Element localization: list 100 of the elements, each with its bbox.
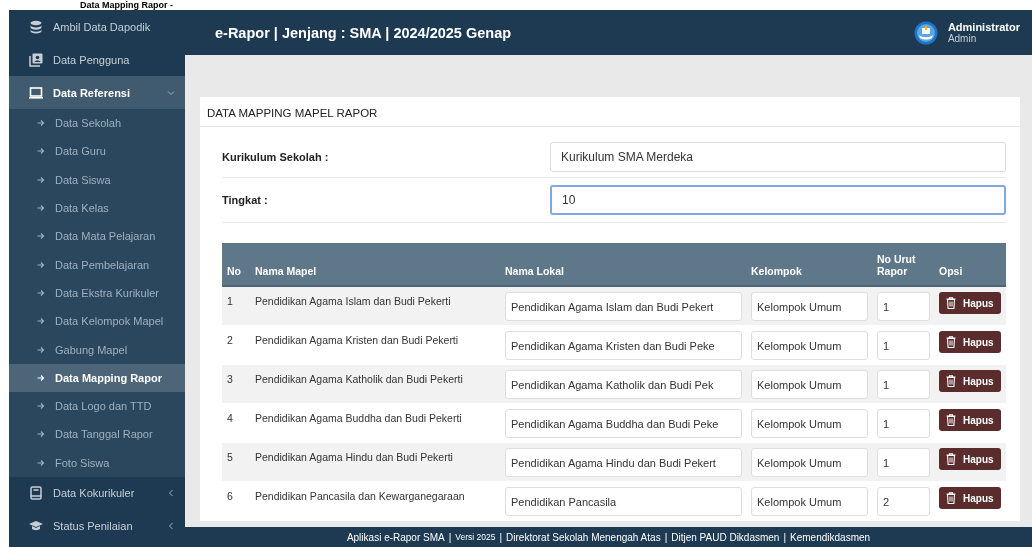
trash-icon [946,492,956,504]
trash-icon [946,297,956,309]
table-cell-text: Pendidikan Agama Islam dan Budi Pekerti [255,294,451,307]
arrow-right-icon [37,175,45,184]
select-field[interactable]: 10 [550,185,1006,215]
table-cell-text: Pendidikan Agama Hindu dan Budi Pekerti [255,450,453,463]
field-label: Tingkat : [222,194,269,206]
delete-button[interactable]: Hapus [939,331,1001,353]
delete-button[interactable]: Hapus [939,487,1001,509]
table-cell-text: Pendidikan Pancasila dan Kewarganegaraan [255,489,465,502]
chevron-down-icon [167,88,175,97]
text-field[interactable]: Kelompok Umum [751,409,868,438]
footer-text: Direktorat Sekolah Menengah Atas [506,531,661,543]
arrow-right-icon [37,373,45,382]
page-caption: Data Mapping Rapor - [80,0,173,10]
emblem-logo-icon [913,20,938,45]
sidebar-item[interactable]: Data Pengguna [9,43,185,76]
sidebar-item[interactable]: Status Penilaian [9,509,185,543]
delete-button[interactable]: Hapus [939,370,1001,392]
trash-icon [946,414,956,426]
separator: | [499,531,503,543]
number-field[interactable]: 1 [877,370,930,399]
text-field[interactable]: Kelompok Umum [751,487,868,516]
text-field[interactable]: Kelompok Umum [751,292,868,321]
sidebar-subitem[interactable]: Data Logo dan TTD [9,391,185,421]
card-title: DATA MAPPING MAPEL RAPOR [200,97,1020,127]
text-field[interactable]: Pendidikan Agama Hindu dan Budi Pekert [505,448,742,477]
text-field[interactable]: Kelompok Umum [751,448,868,477]
table-cell-text: Pendidikan Agama Buddha dan Budi Pekerti [255,411,462,424]
arrow-right-icon [37,345,45,354]
arrow-right-icon [37,232,45,241]
sidebar-subitem[interactable]: Data Mapping Rapor [9,363,185,392]
column-header: Opsi [934,243,1006,286]
table-cell-text: 3 [227,372,233,385]
text-field[interactable]: Kelompok Umum [751,370,868,399]
sidebar-subitem[interactable]: Foto Siswa [9,448,185,477]
arrow-right-icon [37,458,45,467]
table-cell-text: 6 [227,489,233,502]
trash-icon [946,375,956,387]
select-field[interactable]: Kurikulum SMA Merdeka [550,142,1006,172]
book-icon [29,486,43,501]
delete-button[interactable]: Hapus [939,409,1001,431]
monitor-icon [29,85,43,100]
table-cell-text: Pendidikan Agama Kristen dan Budi Pekerti [255,333,459,346]
table-cell-text: Pendidikan Agama Katholik dan Budi Pekerti [255,372,463,385]
sidebar-subitem[interactable]: Data Mata Pelajaran [9,222,185,251]
separator: | [664,531,668,543]
separator: | [448,531,452,543]
column-header: Nama Lokal [500,243,746,286]
arrow-right-icon [37,147,45,156]
sidebar-subitem[interactable]: Data Tanggal Rapor [9,420,185,449]
trash-icon [946,453,956,465]
delete-button[interactable]: Hapus [939,448,1001,470]
arrow-right-icon [37,430,45,439]
sidebar-subitem[interactable]: Data Pembelajaran [9,250,185,279]
field-label: Kurikulum Sekolah : [222,151,330,163]
chevron-left-icon [167,522,175,531]
sidebar-item[interactable]: Data Kokurikuler [9,476,185,510]
text-field[interactable]: Pendidikan Agama Katholik dan Budi Pek [505,370,742,399]
arrow-right-icon [37,402,45,411]
table-cell-text: 2 [227,333,233,346]
arrow-right-icon [37,288,45,297]
contact-card-icon [29,52,43,67]
sidebar-subitem[interactable]: Data Sekolah [9,109,185,138]
sidebar-item[interactable]: Ambil Data Dapodik [9,10,185,43]
sidebar-subitem[interactable]: Gabung Mapel [9,335,185,364]
text-field[interactable]: Pendidikan Pancasila [505,487,742,516]
sidebar-subitem[interactable]: Data Siswa [9,165,185,194]
arrow-right-icon [37,204,45,213]
table-cell-text: 4 [227,411,233,424]
column-header: No [222,243,250,286]
text-field[interactable]: Pendidikan Agama Buddha dan Budi Peke [505,409,742,438]
delete-button[interactable]: Hapus [939,292,1001,314]
trash-icon [946,336,956,348]
sidebar-subitem[interactable]: Data Kelas [9,193,185,223]
arrow-right-icon [37,317,45,326]
text-field[interactable]: Pendidikan Agama Islam dan Budi Pekert [505,292,742,321]
number-field[interactable]: 1 [877,448,930,477]
app-title: e-Rapor | Jenjang : SMA | 2024/2025 Genap [215,24,512,41]
text-field[interactable]: Kelompok Umum [751,331,868,360]
number-field[interactable]: 1 [877,292,930,321]
sidebar-subitem[interactable]: Data Ekstra Kurikuler [9,278,185,308]
column-header: Nama Mapel [250,243,500,286]
column-header: No Urut Rapor [872,243,934,286]
sidebar-item[interactable]: Data Referensi [9,76,185,109]
table-cell-text: 5 [227,450,233,463]
separator: | [783,531,787,543]
footer-text: Versi 2025 [455,532,496,542]
sidebar-subitem[interactable]: Data Guru [9,137,185,166]
text-field[interactable]: Pendidikan Agama Kristen dan Budi Peke [505,331,742,360]
database-icon [29,19,43,34]
user-role: Admin [947,33,978,44]
footer-text: Aplikasi e-Rapor SMA [346,531,445,543]
column-header: Kelompok [746,243,872,286]
sidebar-subitem[interactable]: Data Kelompok Mapel [9,307,185,336]
user-name: Administrator [947,21,1020,33]
number-field[interactable]: 1 [877,409,930,438]
footer-text: Ditjen PAUD Dikdasmen [671,531,780,543]
number-field[interactable]: 2 [877,487,930,516]
number-field[interactable]: 1 [877,331,930,360]
